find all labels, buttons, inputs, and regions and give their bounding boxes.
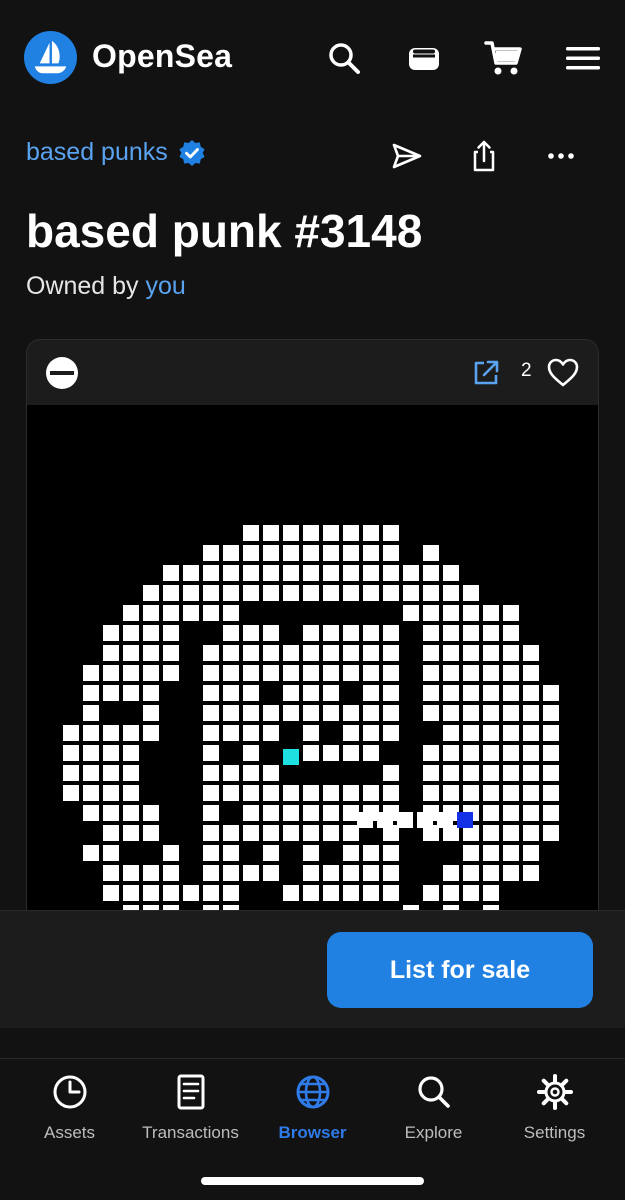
menu-icon[interactable]	[563, 38, 603, 78]
brand-name[interactable]: OpenSea	[92, 38, 232, 75]
clock-icon	[53, 1075, 86, 1109]
tab-browser[interactable]: Browser	[250, 1071, 375, 1151]
document-icon	[177, 1074, 204, 1110]
top-header: OpenSea	[0, 0, 625, 115]
tab-label: Explore	[404, 1123, 463, 1142]
tab-assets[interactable]: Assets	[7, 1071, 132, 1151]
list-for-sale-button[interactable]: List for sale	[327, 932, 593, 1008]
wallet-icon[interactable]	[404, 38, 444, 78]
globe-icon	[296, 1075, 329, 1109]
collection-link[interactable]: based punks	[26, 138, 206, 167]
more-icon[interactable]	[541, 136, 581, 176]
nft-artwork-image[interactable]	[27, 405, 599, 959]
app-screen: OpenSea based punks based punk #3148 Own…	[0, 0, 625, 1200]
gear-icon	[536, 1074, 573, 1110]
cart-icon[interactable]	[484, 38, 524, 78]
card-toolbar: 2	[27, 340, 598, 404]
chain-icon	[46, 357, 78, 389]
owner-link[interactable]: you	[146, 272, 186, 300]
tab-label: Browser	[278, 1123, 347, 1142]
heart-icon[interactable]	[546, 356, 580, 390]
search-icon[interactable]	[324, 38, 364, 78]
owned-by-line: Owned by you	[26, 272, 186, 301]
external-link-icon[interactable]	[471, 358, 501, 388]
search-icon	[417, 1076, 450, 1108]
bottom-tab-bar: Assets Transactions Browser Explore Sett…	[0, 1058, 625, 1200]
opensea-logo-icon[interactable]	[24, 31, 77, 84]
collection-name[interactable]: based punks	[26, 138, 168, 167]
tab-transactions[interactable]: Transactions	[128, 1071, 253, 1151]
share-icon[interactable]	[464, 136, 504, 176]
bottom-action-bar: List for sale	[0, 910, 625, 1028]
tab-label: Settings	[523, 1123, 586, 1142]
owned-by-label: Owned by	[26, 272, 139, 300]
send-icon[interactable]	[387, 136, 427, 176]
home-indicator	[201, 1177, 424, 1185]
tab-settings[interactable]: Settings	[492, 1071, 617, 1151]
verified-badge-icon	[179, 139, 205, 166]
tab-label: Assets	[43, 1123, 96, 1142]
tab-explore[interactable]: Explore	[371, 1071, 496, 1151]
tab-label: Transactions	[142, 1123, 239, 1142]
item-title: based punk #3148	[26, 205, 423, 257]
item-card: 2	[26, 339, 599, 959]
favorites-count: 2	[521, 360, 532, 381]
